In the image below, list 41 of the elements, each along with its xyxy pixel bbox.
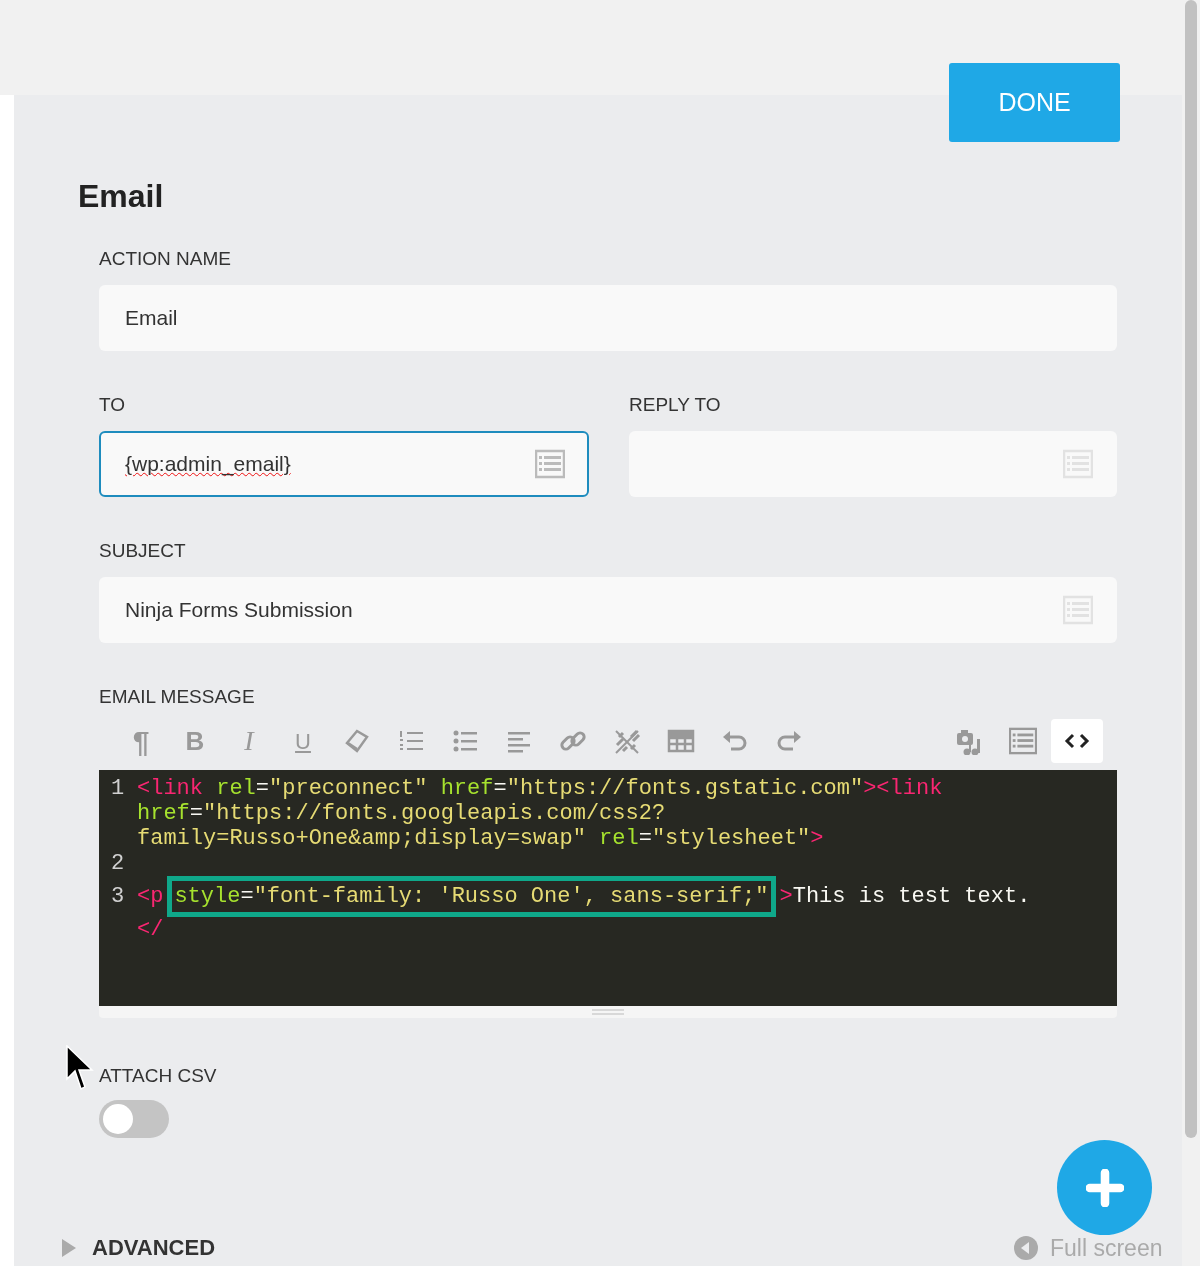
caret-icon[interactable]: [62, 1238, 76, 1257]
media-icon: [955, 727, 983, 755]
field-label: ACTION NAME: [99, 247, 232, 271]
collapse-icon[interactable]: [1014, 1236, 1038, 1260]
code-text: href="https://fonts.googleapis.com/css2?: [137, 801, 666, 826]
code-text: >This is test text.: [779, 884, 1031, 909]
code-text: <p: [137, 884, 164, 909]
line-number: 1: [111, 776, 126, 801]
highlighted-code: style="font-family: 'Russo One', sans-serif;": [167, 876, 776, 917]
eraser-icon: [343, 727, 371, 755]
merge-tags-icon[interactable]: [535, 449, 565, 479]
toggle-switch[interactable]: [99, 1100, 169, 1138]
table-icon: [667, 727, 695, 755]
field-label: TO: [99, 393, 127, 417]
full-screen-button[interactable]: Full screen: [1050, 1236, 1163, 1260]
mouse-pointer-icon: [66, 1045, 94, 1091]
line-number: 3: [111, 884, 126, 909]
input-field[interactable]: Email: [99, 285, 1117, 351]
field-label: SUBJECT: [99, 539, 187, 563]
code-button[interactable]: [1051, 719, 1103, 763]
plus-icon: [1085, 1168, 1124, 1207]
unlink-icon: [613, 727, 641, 755]
line-number: 2: [111, 851, 126, 876]
input-field[interactable]: Ninja Forms Submission: [99, 577, 1117, 643]
field-label: EMAIL MESSAGE: [99, 685, 256, 709]
field-label: REPLY TO: [629, 393, 722, 417]
code-text: <link rel="preconnect" href="https://fonts.gstatic.com"><link: [137, 776, 943, 801]
form-title: Email: [78, 177, 165, 216]
advanced-toggle[interactable]: ADVANCED: [92, 1231, 216, 1264]
resize-handle[interactable]: [99, 1006, 1117, 1018]
field-label: ATTACH CSV: [99, 1064, 218, 1088]
code-text: family=Russo+One&amp;display=swap" rel="stylesheet">: [137, 826, 824, 851]
paragraph-button[interactable]: ¶: [115, 719, 167, 763]
done-button[interactable]: DONE: [949, 63, 1120, 142]
bold-button[interactable]: B: [169, 719, 221, 763]
merge-tags-icon: [1009, 727, 1037, 755]
input-field[interactable]: {wp:admin_email}: [99, 431, 589, 497]
scrollbar-thumb[interactable]: [1185, 0, 1197, 1138]
underline-button[interactable]: U: [277, 719, 329, 763]
italic-button[interactable]: I: [223, 719, 275, 763]
code-text: </: [137, 917, 164, 942]
